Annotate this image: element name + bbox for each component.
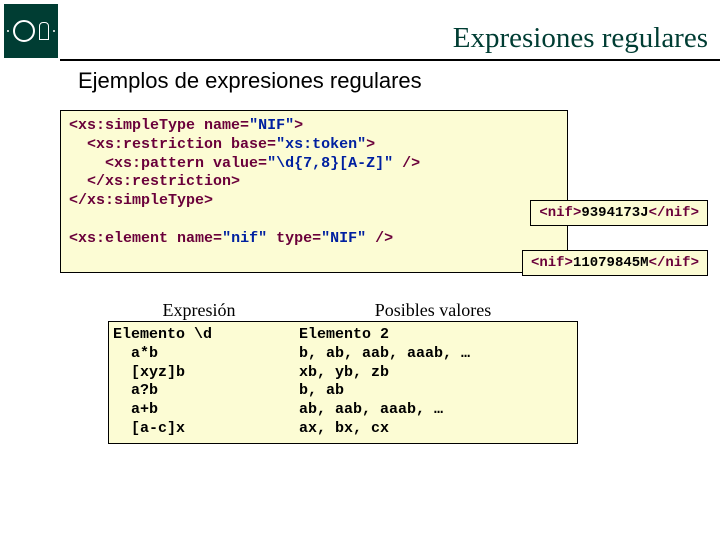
col-header-expr: Expresión	[108, 300, 290, 321]
title-divider	[60, 59, 720, 61]
subtitle: Ejemplos de expresiones regulares	[78, 68, 422, 94]
example-nif-1: <nif>9394173J</nif>	[530, 200, 708, 226]
table-body: Elemento \d a*b [xyz]b a?b a+b [a-c]x El…	[108, 321, 578, 444]
col-expr: Elemento \d a*b [xyz]b a?b a+b [a-c]x	[109, 326, 291, 439]
code-line: <xs:simpleType	[69, 117, 204, 134]
slide-title: Expresiones regulares	[453, 22, 708, 55]
table-head: Expresión Posibles valores	[108, 300, 578, 321]
logo	[4, 4, 58, 58]
example-nif-2: <nif>11079845M</nif>	[522, 250, 708, 276]
code-block-schema: <xs:simpleType name="NIF"> <xs:restricti…	[60, 110, 568, 273]
col-vals: Elemento 2 b, ab, aab, aaab, … xb, yb, z…	[291, 326, 577, 439]
regex-table: Expresión Posibles valores Elemento \d a…	[108, 300, 578, 444]
col-header-vals: Posibles valores	[290, 300, 576, 321]
